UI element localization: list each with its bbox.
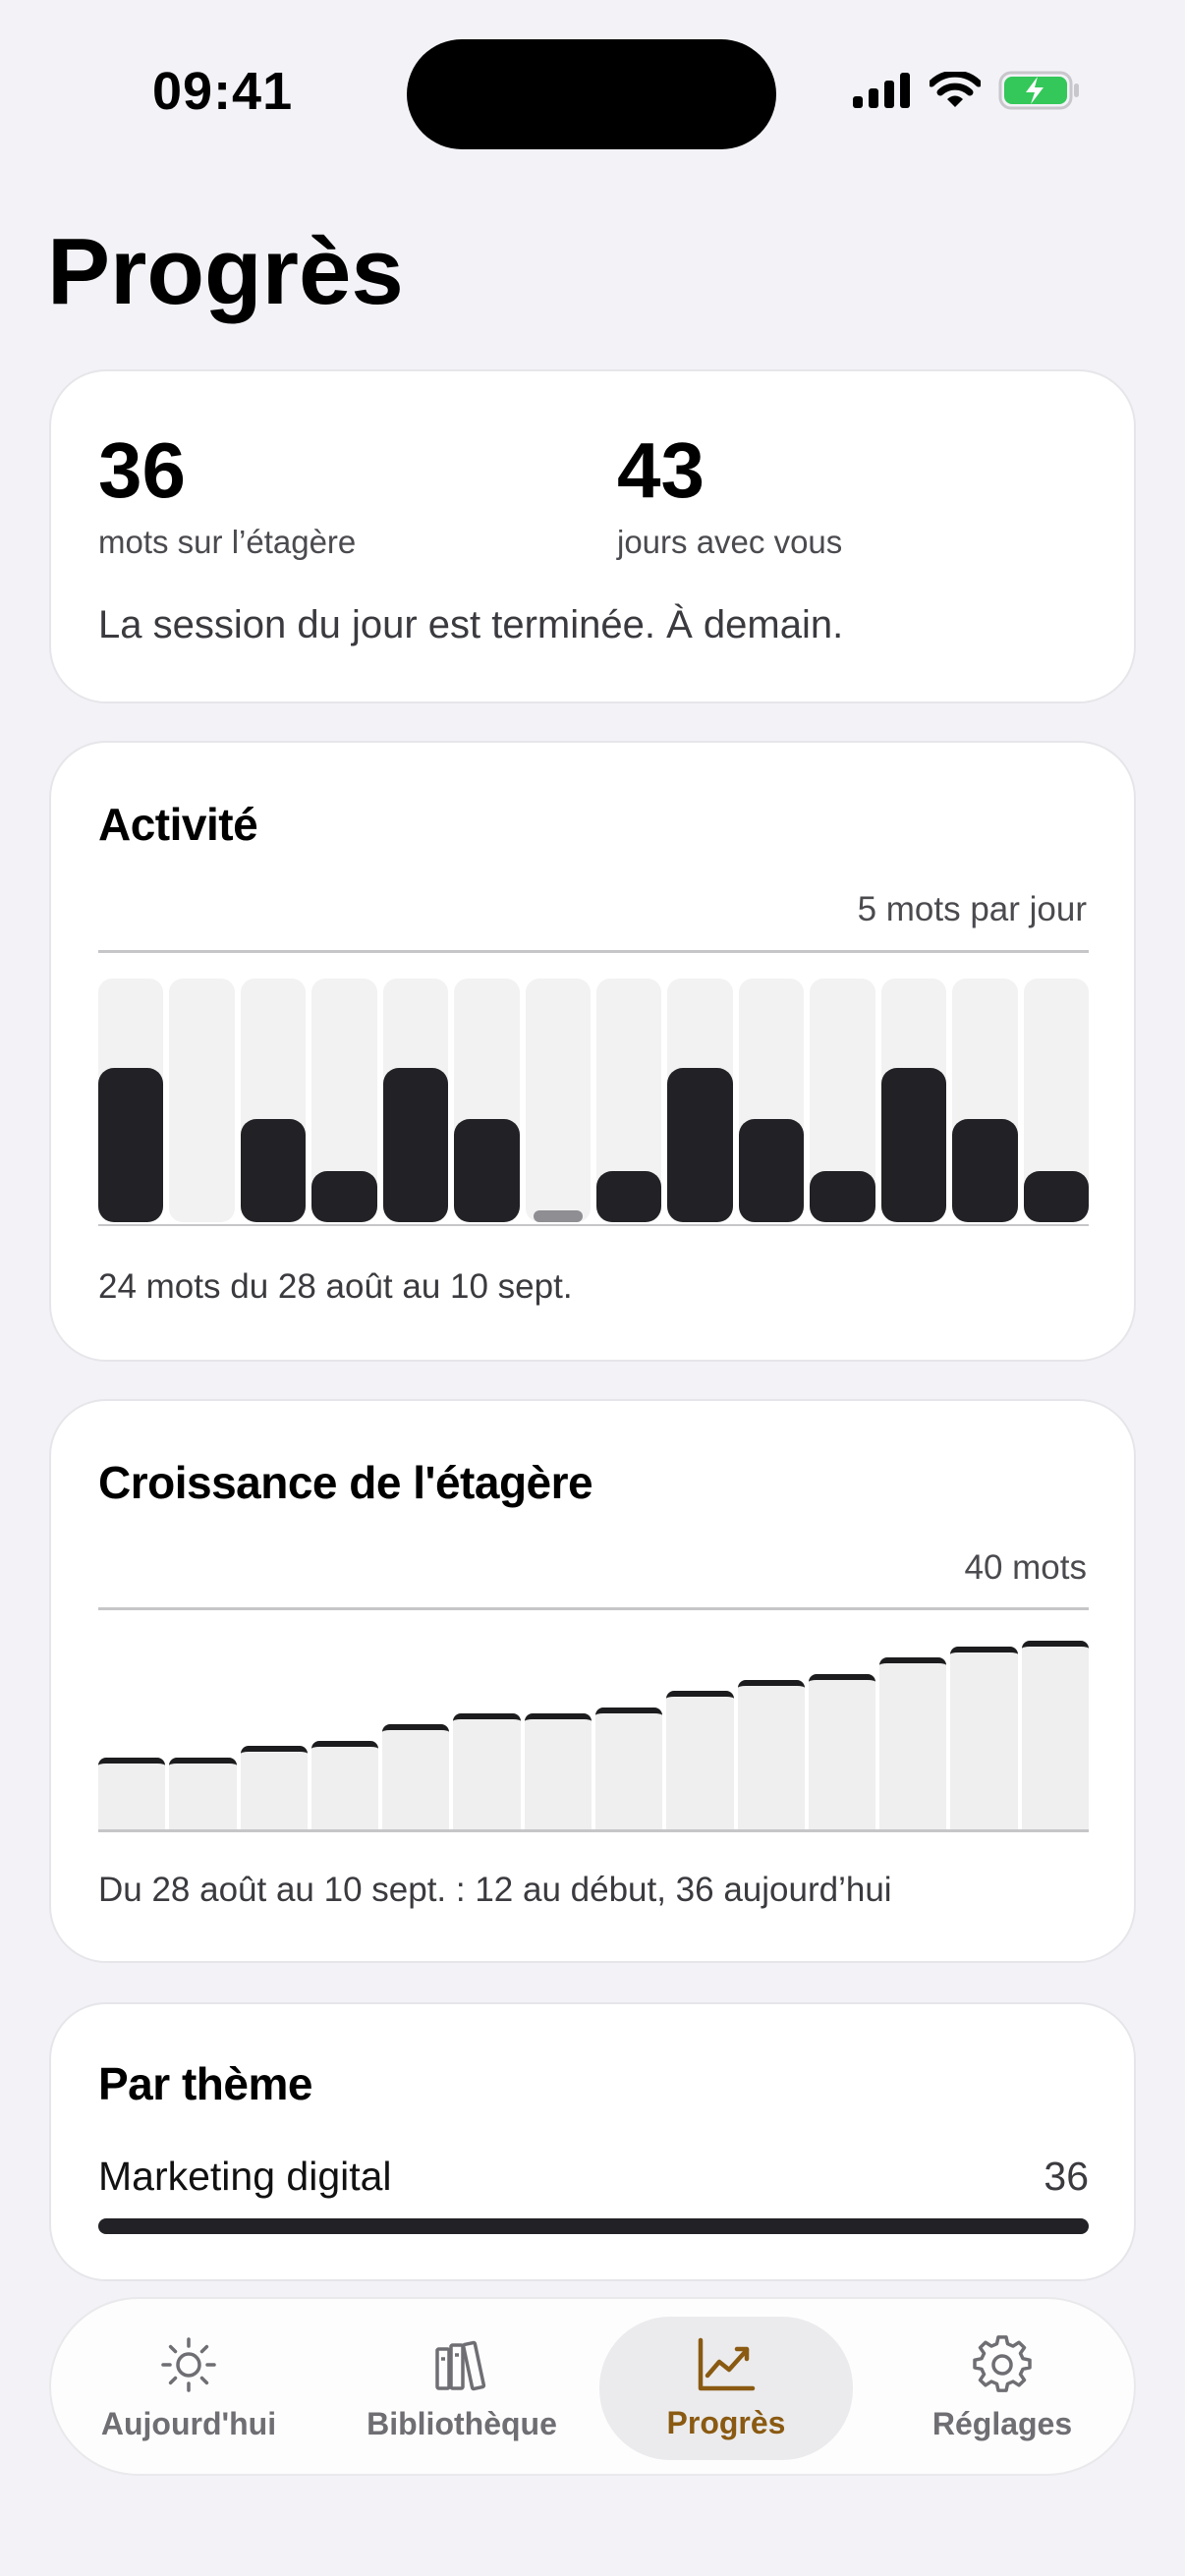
growth-scale-label: 40 mots <box>964 1548 1088 1587</box>
theme-count: 36 <box>1044 2154 1089 2199</box>
tab-today-label: Aujourd'hui <box>100 2405 277 2441</box>
stat-days-value: 43 <box>617 426 705 514</box>
growth-bar <box>240 1746 308 1829</box>
growth-bar <box>737 1679 805 1829</box>
chart-icon <box>698 2337 756 2390</box>
activity-bar-track <box>525 979 591 1222</box>
activity-max-line <box>98 950 1089 953</box>
stats-card: 36 mots sur l’étagère 43 jours avec vous… <box>49 369 1136 703</box>
activity-bar <box>98 1067 164 1222</box>
stat-words-label: mots sur l’étagère <box>98 524 357 560</box>
theme-progress-bar <box>98 2218 1089 2234</box>
stat-words-value: 36 <box>98 426 186 514</box>
activity-bar <box>311 1170 377 1222</box>
activity-bar <box>533 1210 583 1222</box>
activity-bar <box>738 1119 805 1222</box>
tab-library[interactable]: Bibliothèque <box>334 2299 590 2478</box>
sun-icon <box>161 2336 216 2392</box>
activity-scale-label: 5 mots par jour <box>857 890 1087 928</box>
growth-bar <box>950 1646 1018 1829</box>
growth-bar <box>169 1757 237 1829</box>
tab-library-label: Bibliothèque <box>367 2405 557 2441</box>
growth-bar <box>879 1657 947 1829</box>
activity-bar <box>382 1067 449 1222</box>
growth-bar <box>382 1723 450 1829</box>
tab-settings-label: Réglages <box>931 2405 1073 2441</box>
growth-caption: Du 28 août au 10 sept. : 12 au début, 36… <box>98 1871 892 1909</box>
theme-card: Par thème Marketing digital 36 <box>49 2002 1136 2281</box>
activity-bar <box>240 1119 307 1222</box>
books-icon <box>435 2340 486 2390</box>
signal-icon <box>853 73 910 108</box>
theme-name: Marketing digital <box>98 2154 392 2199</box>
tab-progress[interactable]: Progrès <box>599 2317 853 2460</box>
tab-settings[interactable]: Réglages <box>875 2299 1130 2478</box>
gear-icon <box>973 2334 1032 2392</box>
status-bar: 09:41 <box>0 0 1185 187</box>
status-time: 09:41 <box>152 62 294 121</box>
theme-progress-fill <box>98 2218 1089 2234</box>
activity-bar <box>596 1170 662 1222</box>
activity-chart <box>98 965 1089 1222</box>
growth-bar <box>524 1712 592 1829</box>
growth-bar <box>666 1691 734 1829</box>
activity-bar <box>880 1067 947 1222</box>
activity-title: Activité <box>98 799 258 850</box>
activity-bar-track <box>169 979 235 1222</box>
activity-bar <box>952 1119 1018 1222</box>
status-icons <box>853 71 1081 110</box>
growth-title: Croissance de l'étagère <box>98 1457 593 1508</box>
growth-baseline <box>98 1829 1089 1832</box>
activity-caption: 24 mots du 28 août au 10 sept. <box>98 1267 573 1306</box>
growth-bar <box>453 1712 521 1829</box>
activity-card: Activité 5 mots par jour 24 mots du 28 a… <box>49 741 1136 1362</box>
growth-bar <box>808 1674 876 1829</box>
tab-progress-label: Progrès <box>666 2404 786 2440</box>
tab-today[interactable]: Aujourd'hui <box>61 2299 316 2478</box>
growth-bar <box>98 1757 166 1829</box>
dynamic-island <box>407 39 776 149</box>
activity-bar <box>1023 1170 1089 1222</box>
growth-chart <box>98 1607 1089 1829</box>
wifi-icon <box>930 72 981 107</box>
stat-days: 43 jours avec vous <box>617 425 842 561</box>
growth-bar <box>310 1740 379 1829</box>
tab-bar: Aujourd'hui Bibliothèque Progrès Réglage… <box>49 2297 1136 2476</box>
theme-title: Par thème <box>98 2058 312 2109</box>
activity-bar <box>667 1067 733 1222</box>
battery-icon <box>998 71 1079 110</box>
activity-baseline <box>98 1224 1089 1226</box>
theme-row: Marketing digital 36 <box>98 2154 1089 2200</box>
growth-bar <box>595 1707 663 1829</box>
stat-words: 36 mots sur l’étagère <box>98 425 356 561</box>
growth-bar <box>1021 1641 1089 1829</box>
activity-bar <box>454 1119 520 1222</box>
activity-bar <box>810 1170 875 1222</box>
growth-card: Croissance de l'étagère 40 mots Du 28 ao… <box>49 1399 1136 1963</box>
page-title: Progrès <box>47 219 404 324</box>
session-message: La session du jour est terminée. À demai… <box>98 603 844 646</box>
stat-days-label: jours avec vous <box>617 524 843 560</box>
